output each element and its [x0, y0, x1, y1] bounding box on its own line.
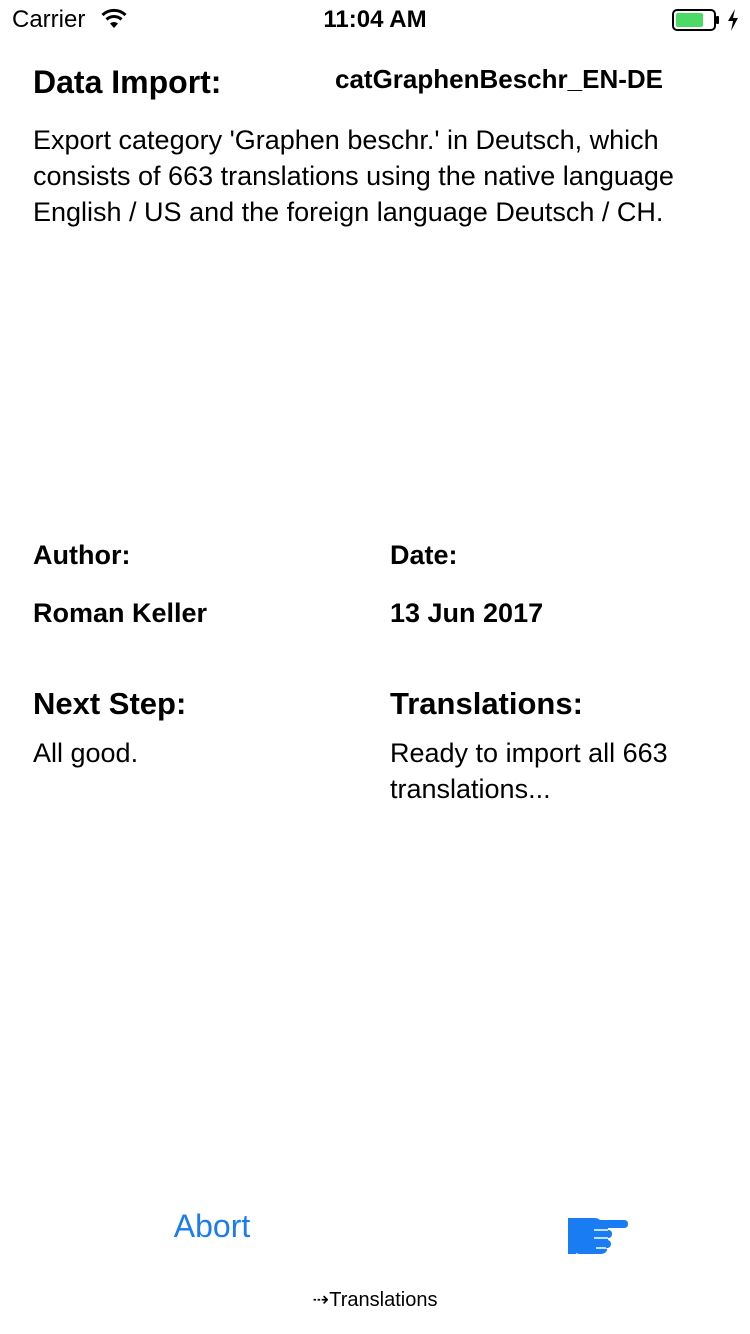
translations-text: Ready to import all 663 translations...	[390, 738, 668, 804]
status-bar: Carrier 11:04 AM	[0, 0, 750, 40]
next-button[interactable]	[568, 1210, 630, 1254]
translations-title: Translations:	[390, 686, 583, 721]
next-step-title: Next Step:	[33, 686, 187, 721]
next-step-text: All good.	[33, 738, 139, 768]
pointing-hand-icon	[568, 1218, 628, 1254]
import-file-name: catGraphenBeschr_EN-DE	[335, 64, 663, 94]
author-label: Author:	[33, 540, 131, 570]
status-time: 11:04 AM	[323, 6, 427, 33]
date-value: 13 Jun 2017	[390, 598, 544, 628]
footer-translations-label: ⇢Translations	[312, 1289, 438, 1311]
date-label: Date:	[390, 540, 458, 570]
battery-icon	[672, 9, 719, 31]
charging-bolt-icon	[728, 9, 738, 31]
page-title: Data Import:	[33, 64, 222, 100]
abort-button[interactable]: Abort	[150, 1208, 274, 1258]
import-description: Export category 'Graphen beschr.' in Deu…	[33, 125, 674, 227]
author-value: Roman Keller	[33, 598, 208, 628]
